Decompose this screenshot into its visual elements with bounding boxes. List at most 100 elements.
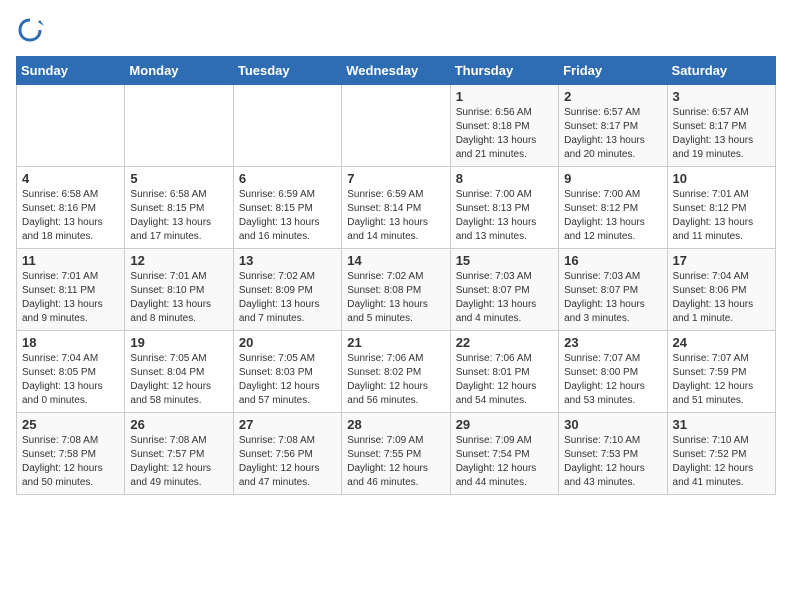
day-info: Sunrise: 7:10 AM Sunset: 7:53 PM Dayligh… bbox=[564, 434, 661, 490]
day-info: Sunrise: 6:58 AM Sunset: 8:16 PM Dayligh… bbox=[22, 188, 119, 244]
calendar-cell: 22 Sunrise: 7:06 AM Sunset: 8:01 PM Dayli… bbox=[450, 331, 558, 413]
day-info: Sunrise: 6:59 AM Sunset: 8:15 PM Dayligh… bbox=[239, 188, 336, 244]
day-number: 17 bbox=[673, 253, 770, 268]
day-number: 1 bbox=[456, 89, 553, 104]
day-of-week-header: Tuesday bbox=[233, 57, 341, 85]
day-number: 8 bbox=[456, 171, 553, 186]
logo bbox=[16, 16, 48, 44]
calendar-cell bbox=[342, 85, 450, 167]
day-number: 28 bbox=[347, 417, 444, 432]
day-info: Sunrise: 7:10 AM Sunset: 7:52 PM Dayligh… bbox=[673, 434, 770, 490]
calendar-week-row: 4Sunrise: 6:58 AM Sunset: 8:16 PM Daylig… bbox=[17, 167, 776, 249]
day-number: 27 bbox=[239, 417, 336, 432]
day-info: Sunrise: 7:04 AM Sunset: 8:05 PM Dayligh… bbox=[22, 352, 119, 408]
calendar-cell: 3 Sunrise: 6:57 AM Sunset: 8:17 PM Daylig… bbox=[667, 85, 775, 167]
day-of-week-header: Friday bbox=[559, 57, 667, 85]
day-info: Sunrise: 7:06 AM Sunset: 8:01 PM Dayligh… bbox=[456, 352, 553, 408]
day-info: Sunrise: 7:03 AM Sunset: 8:07 PM Dayligh… bbox=[564, 270, 661, 326]
day-number: 11 bbox=[22, 253, 119, 268]
calendar-header-row: SundayMondayTuesdayWednesdayThursdayFrid… bbox=[17, 57, 776, 85]
calendar-cell: 20 Sunrise: 7:05 AM Sunset: 8:03 PM Dayli… bbox=[233, 331, 341, 413]
day-of-week-header: Monday bbox=[125, 57, 233, 85]
day-info: Sunrise: 7:07 AM Sunset: 7:59 PM Dayligh… bbox=[673, 352, 770, 408]
day-info: Sunrise: 7:01 AM Sunset: 8:10 PM Dayligh… bbox=[130, 270, 227, 326]
day-info: Sunrise: 7:09 AM Sunset: 7:54 PM Dayligh… bbox=[456, 434, 553, 490]
day-number: 29 bbox=[456, 417, 553, 432]
page-header bbox=[16, 16, 776, 44]
day-number: 21 bbox=[347, 335, 444, 350]
calendar-cell: 7 Sunrise: 6:59 AM Sunset: 8:14 PM Daylig… bbox=[342, 167, 450, 249]
day-of-week-header: Saturday bbox=[667, 57, 775, 85]
day-info: Sunrise: 6:58 AM Sunset: 8:15 PM Dayligh… bbox=[130, 188, 227, 244]
day-info: Sunrise: 7:08 AM Sunset: 7:56 PM Dayligh… bbox=[239, 434, 336, 490]
day-info: Sunrise: 7:05 AM Sunset: 8:03 PM Dayligh… bbox=[239, 352, 336, 408]
day-info: Sunrise: 7:06 AM Sunset: 8:02 PM Dayligh… bbox=[347, 352, 444, 408]
calendar-cell: 23 Sunrise: 7:07 AM Sunset: 8:00 PM Dayli… bbox=[559, 331, 667, 413]
calendar-cell: 17Sunrise: 7:04 AM Sunset: 8:06 PM Dayli… bbox=[667, 249, 775, 331]
calendar-cell: 27 Sunrise: 7:08 AM Sunset: 7:56 PM Dayli… bbox=[233, 413, 341, 495]
day-number: 22 bbox=[456, 335, 553, 350]
day-number: 30 bbox=[564, 417, 661, 432]
calendar-cell: 21 Sunrise: 7:06 AM Sunset: 8:02 PM Dayli… bbox=[342, 331, 450, 413]
calendar-cell: 26 Sunrise: 7:08 AM Sunset: 7:57 PM Dayli… bbox=[125, 413, 233, 495]
day-number: 10 bbox=[673, 171, 770, 186]
logo-icon bbox=[16, 16, 44, 44]
calendar-cell: 12Sunrise: 7:01 AM Sunset: 8:10 PM Dayli… bbox=[125, 249, 233, 331]
calendar-cell: 11 Sunrise: 7:01 AM Sunset: 8:11 PM Dayli… bbox=[17, 249, 125, 331]
day-info: Sunrise: 7:07 AM Sunset: 8:00 PM Dayligh… bbox=[564, 352, 661, 408]
calendar-cell: 2 Sunrise: 6:57 AM Sunset: 8:17 PM Daylig… bbox=[559, 85, 667, 167]
day-number: 24 bbox=[673, 335, 770, 350]
day-of-week-header: Thursday bbox=[450, 57, 558, 85]
day-number: 20 bbox=[239, 335, 336, 350]
calendar-cell: 29 Sunrise: 7:09 AM Sunset: 7:54 PM Dayli… bbox=[450, 413, 558, 495]
day-number: 5 bbox=[130, 171, 227, 186]
calendar-cell bbox=[125, 85, 233, 167]
calendar-table: SundayMondayTuesdayWednesdayThursdayFrid… bbox=[16, 56, 776, 495]
day-info: Sunrise: 6:59 AM Sunset: 8:14 PM Dayligh… bbox=[347, 188, 444, 244]
calendar-cell: 4Sunrise: 6:58 AM Sunset: 8:16 PM Daylig… bbox=[17, 167, 125, 249]
day-info: Sunrise: 7:05 AM Sunset: 8:04 PM Dayligh… bbox=[130, 352, 227, 408]
day-info: Sunrise: 7:08 AM Sunset: 7:57 PM Dayligh… bbox=[130, 434, 227, 490]
calendar-cell: 19 Sunrise: 7:05 AM Sunset: 8:04 PM Dayli… bbox=[125, 331, 233, 413]
day-number: 18 bbox=[22, 335, 119, 350]
day-number: 14 bbox=[347, 253, 444, 268]
day-info: Sunrise: 7:00 AM Sunset: 8:12 PM Dayligh… bbox=[564, 188, 661, 244]
calendar-cell: 8 Sunrise: 7:00 AM Sunset: 8:13 PM Daylig… bbox=[450, 167, 558, 249]
day-info: Sunrise: 7:02 AM Sunset: 8:09 PM Dayligh… bbox=[239, 270, 336, 326]
calendar-cell: 10 Sunrise: 7:01 AM Sunset: 8:12 PM Dayli… bbox=[667, 167, 775, 249]
calendar-cell: 25 Sunrise: 7:08 AM Sunset: 7:58 PM Dayli… bbox=[17, 413, 125, 495]
day-number: 19 bbox=[130, 335, 227, 350]
calendar-cell: 14 Sunrise: 7:02 AM Sunset: 8:08 PM Dayli… bbox=[342, 249, 450, 331]
day-number: 9 bbox=[564, 171, 661, 186]
calendar-cell: 30 Sunrise: 7:10 AM Sunset: 7:53 PM Dayli… bbox=[559, 413, 667, 495]
day-number: 15 bbox=[456, 253, 553, 268]
day-info: Sunrise: 6:57 AM Sunset: 8:17 PM Dayligh… bbox=[673, 106, 770, 162]
calendar-week-row: 1Sunrise: 6:56 AM Sunset: 8:18 PM Daylig… bbox=[17, 85, 776, 167]
calendar-cell: 24 Sunrise: 7:07 AM Sunset: 7:59 PM Dayli… bbox=[667, 331, 775, 413]
calendar-cell: 5 Sunrise: 6:58 AM Sunset: 8:15 PM Daylig… bbox=[125, 167, 233, 249]
day-number: 2 bbox=[564, 89, 661, 104]
day-number: 23 bbox=[564, 335, 661, 350]
day-number: 7 bbox=[347, 171, 444, 186]
calendar-week-row: 18 Sunrise: 7:04 AM Sunset: 8:05 PM Dayli… bbox=[17, 331, 776, 413]
calendar-cell: 16Sunrise: 7:03 AM Sunset: 8:07 PM Dayli… bbox=[559, 249, 667, 331]
day-of-week-header: Sunday bbox=[17, 57, 125, 85]
day-info: Sunrise: 7:01 AM Sunset: 8:11 PM Dayligh… bbox=[22, 270, 119, 326]
calendar-cell: 15 Sunrise: 7:03 AM Sunset: 8:07 PM Dayli… bbox=[450, 249, 558, 331]
day-info: Sunrise: 6:57 AM Sunset: 8:17 PM Dayligh… bbox=[564, 106, 661, 162]
day-number: 13 bbox=[239, 253, 336, 268]
calendar-cell bbox=[233, 85, 341, 167]
day-number: 25 bbox=[22, 417, 119, 432]
calendar-cell: 9 Sunrise: 7:00 AM Sunset: 8:12 PM Daylig… bbox=[559, 167, 667, 249]
day-number: 3 bbox=[673, 89, 770, 104]
day-number: 26 bbox=[130, 417, 227, 432]
calendar-cell bbox=[17, 85, 125, 167]
day-of-week-header: Wednesday bbox=[342, 57, 450, 85]
day-info: Sunrise: 7:02 AM Sunset: 8:08 PM Dayligh… bbox=[347, 270, 444, 326]
day-info: Sunrise: 7:00 AM Sunset: 8:13 PM Dayligh… bbox=[456, 188, 553, 244]
day-info: Sunrise: 7:03 AM Sunset: 8:07 PM Dayligh… bbox=[456, 270, 553, 326]
day-number: 6 bbox=[239, 171, 336, 186]
day-info: Sunrise: 7:08 AM Sunset: 7:58 PM Dayligh… bbox=[22, 434, 119, 490]
calendar-cell: 28Sunrise: 7:09 AM Sunset: 7:55 PM Dayli… bbox=[342, 413, 450, 495]
day-info: Sunrise: 7:01 AM Sunset: 8:12 PM Dayligh… bbox=[673, 188, 770, 244]
